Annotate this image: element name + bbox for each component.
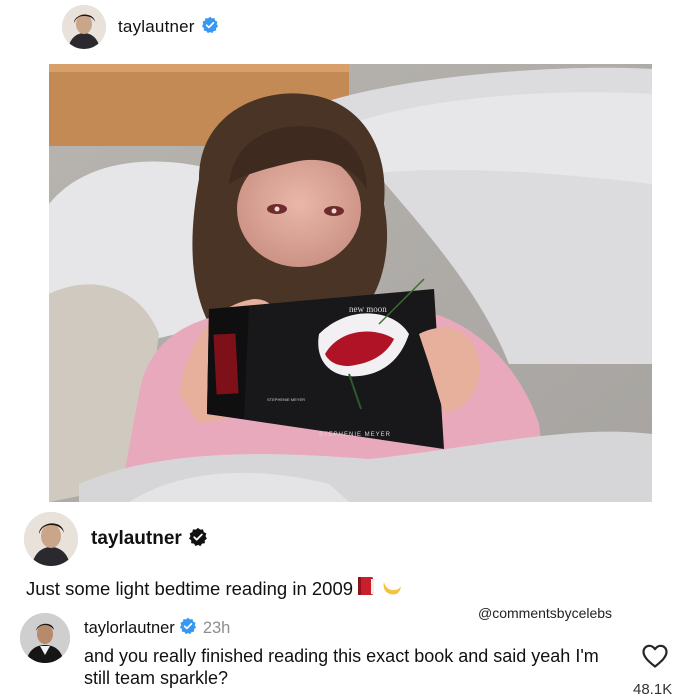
caption-username[interactable]: taylautner bbox=[91, 528, 182, 550]
caption-header: taylautner bbox=[24, 512, 208, 566]
post-photo[interactable]: new moon STEPHENIE MEYER STEPHENIE MEYER bbox=[49, 64, 652, 502]
verified-badge-icon bbox=[188, 527, 208, 552]
book-title: new moon bbox=[349, 304, 387, 314]
avatar[interactable] bbox=[20, 613, 70, 663]
like-count: 48.1K bbox=[633, 681, 673, 698]
watermark: @commentsbycelebs bbox=[478, 605, 613, 621]
like-heart-icon[interactable] bbox=[641, 643, 669, 669]
comment-username[interactable]: taylorlautner bbox=[84, 619, 175, 638]
book-author: STEPHENIE MEYER bbox=[319, 432, 391, 438]
crescent-moon-icon bbox=[379, 575, 403, 602]
comment-text: and you really finished reading this exa… bbox=[84, 646, 599, 688]
post-username[interactable]: taylautner bbox=[118, 17, 195, 37]
comment-header: taylorlautner 23h bbox=[84, 617, 230, 640]
avatar[interactable] bbox=[24, 512, 78, 566]
caption-text: Just some light bedtime reading in 2009 bbox=[26, 577, 354, 599]
post-caption: Just some light bedtime reading in 2009 bbox=[26, 575, 403, 602]
comment-timestamp: 23h bbox=[202, 619, 231, 637]
avatar[interactable] bbox=[62, 5, 106, 49]
book-spine-author: STEPHENIE MEYER bbox=[267, 397, 305, 402]
red-book-icon bbox=[355, 575, 377, 602]
post-header: taylautner bbox=[62, 5, 219, 49]
verified-badge-icon bbox=[179, 617, 197, 640]
verified-badge-icon bbox=[201, 16, 219, 39]
